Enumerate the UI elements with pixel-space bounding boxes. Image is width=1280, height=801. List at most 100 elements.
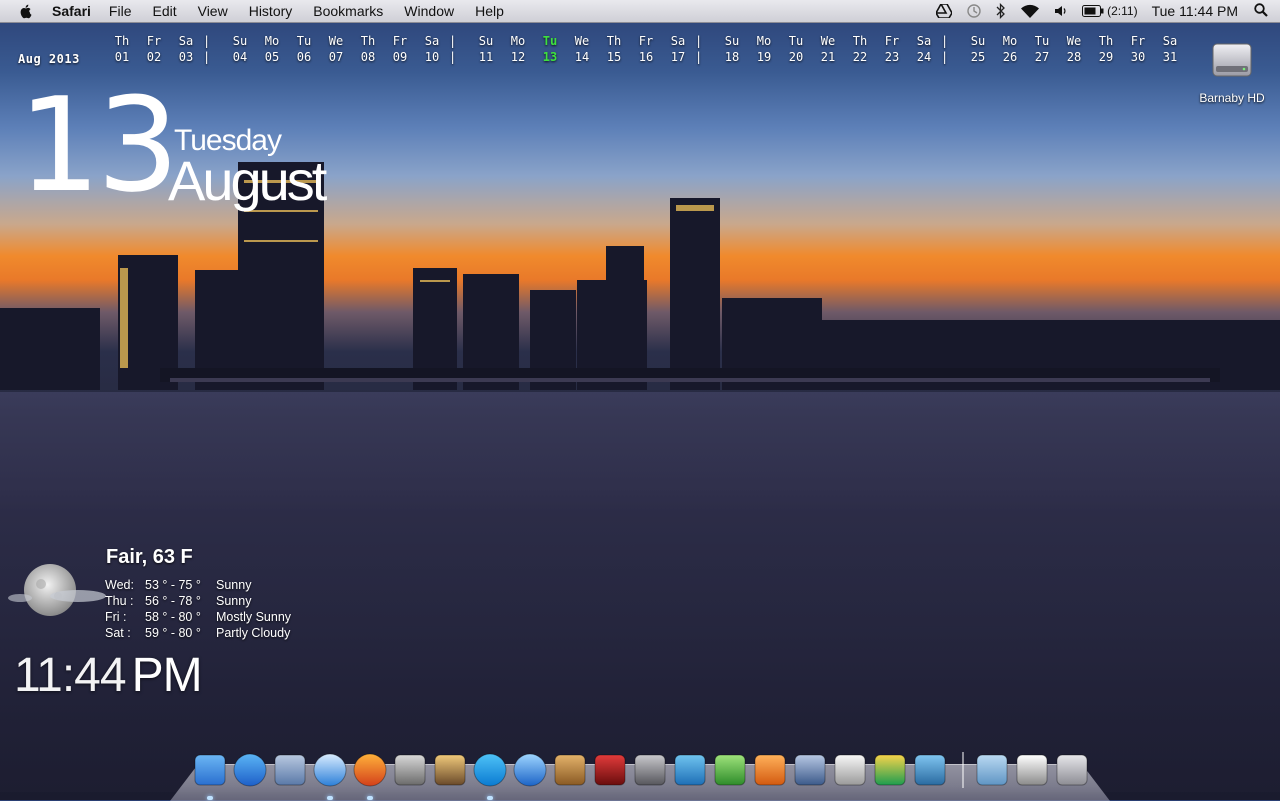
menu-window[interactable]: Window (404, 3, 454, 19)
menu-help[interactable]: Help (475, 3, 504, 19)
calendar-day[interactable]: Tu 20 (781, 34, 811, 66)
menu-file[interactable]: File (109, 3, 132, 19)
forecast-range: 59 ° - 80 ° (145, 626, 201, 640)
preview-icon[interactable] (392, 752, 428, 788)
calendar-day[interactable]: Fr 09 (385, 34, 415, 66)
hard-drive-icon[interactable] (1210, 38, 1254, 82)
calendar-day-name: Fr (638, 34, 654, 48)
calendar-day[interactable]: Sa 03 (171, 34, 201, 66)
google-drive-icon[interactable] (872, 752, 908, 788)
calendar-day[interactable]: Su 25 (963, 34, 993, 66)
menu-app-name[interactable]: Safari (52, 3, 91, 19)
calendar-day[interactable]: Tu 27 (1027, 34, 1057, 66)
safari-icon[interactable] (312, 752, 348, 800)
calendar-day[interactable]: Th 22 (845, 34, 875, 66)
google-drive-tray-icon[interactable] (936, 4, 953, 18)
menu-history[interactable]: History (249, 3, 293, 19)
finder-icon-graphic (194, 754, 226, 786)
calendar-day-name: Tu (1034, 34, 1050, 48)
calendar-day[interactable]: Fr 02 (139, 34, 169, 66)
skype-icon[interactable] (472, 752, 508, 800)
calendar-day-name: Su (232, 34, 248, 48)
calendar-day[interactable]: Mo 05 (257, 34, 287, 66)
desktop-hard-drive[interactable]: Barnaby HD (1192, 38, 1272, 105)
iphoto-icon[interactable] (432, 752, 468, 788)
calendar-day[interactable]: Th 29 (1091, 34, 1121, 66)
photo-booth-icon[interactable] (592, 752, 628, 788)
calendar-day[interactable]: Su 04 (225, 34, 255, 66)
calendar-day-name: Sa (670, 34, 686, 48)
finder-icon[interactable] (192, 752, 228, 800)
word-icon[interactable] (672, 752, 708, 788)
calendar-day-name: Th (114, 34, 130, 48)
calendar-day[interactable]: We 28 (1059, 34, 1089, 66)
forecast-range: 58 ° - 80 ° (145, 610, 201, 624)
remote-icon-graphic (914, 754, 946, 786)
document-stack-icon[interactable] (1014, 752, 1050, 788)
volume-icon[interactable] (1054, 4, 1068, 18)
calendar-day-today[interactable]: Tu 13 (535, 34, 565, 66)
calendar-day[interactable]: Th 01 (107, 34, 137, 66)
mail-icon-graphic (274, 754, 306, 786)
calendar-day-number: 14 (574, 50, 590, 64)
excel-icon[interactable] (712, 752, 748, 788)
photo-viewer-icon[interactable] (792, 752, 828, 788)
forecast-condition: Partly Cloudy (216, 626, 291, 640)
firefox-icon[interactable] (352, 752, 388, 800)
wifi-icon[interactable] (1020, 4, 1040, 19)
calendar-day[interactable]: Mo 19 (749, 34, 779, 66)
calendar-day[interactable]: We 21 (813, 34, 843, 66)
remote-icon[interactable] (912, 752, 948, 788)
calendar-day[interactable]: Sa 24 (909, 34, 939, 66)
menu-edit[interactable]: Edit (152, 3, 176, 19)
calendar-day[interactable]: Fr 30 (1123, 34, 1153, 66)
itunes-icon[interactable] (512, 752, 548, 788)
calendar-week-separator: | | (695, 34, 702, 66)
calendar-day[interactable]: We 14 (567, 34, 597, 66)
calendar-week-separator: | | (941, 34, 948, 66)
menubar-clock[interactable]: Tue 11:44 PM (1152, 3, 1238, 19)
calendar-day[interactable]: Mo 12 (503, 34, 533, 66)
spotlight-search-icon[interactable] (1254, 2, 1268, 20)
calendar-day[interactable]: Tu 06 (289, 34, 319, 66)
battery-icon[interactable]: (2:11) (1082, 4, 1138, 18)
forecast-day: Fri : (105, 610, 127, 624)
calendar-day-name: We (820, 34, 836, 48)
address-book-icon[interactable] (552, 752, 588, 788)
trash-icon[interactable] (1054, 752, 1090, 788)
clock-ampm: PM (131, 649, 203, 702)
mail-icon[interactable] (272, 752, 308, 788)
dock (192, 746, 1094, 800)
calendar-day-name: Mo (756, 34, 772, 48)
time-machine-icon[interactable] (966, 3, 982, 19)
app-store-icon[interactable] (232, 752, 268, 788)
current-conditions: Fair, 63 F (106, 546, 193, 568)
calendar-day[interactable]: Th 08 (353, 34, 383, 66)
calendar-day[interactable]: Th 15 (599, 34, 629, 66)
desktop-clock-widget: 11:44 PM (14, 648, 203, 703)
calendar-day-name: Sa (178, 34, 194, 48)
calendar-day-name: Su (478, 34, 494, 48)
system-preferences-icon[interactable] (632, 752, 668, 788)
calendar-day[interactable]: Sa 17 (663, 34, 693, 66)
calendar-day[interactable]: Sa 10 (417, 34, 447, 66)
calendar-day[interactable]: Mo 26 (995, 34, 1025, 66)
calendar-day-name: Th (1098, 34, 1114, 48)
calendar-day[interactable]: Sa 31 (1155, 34, 1185, 66)
calendar-day-name: We (574, 34, 590, 48)
calendar-day[interactable]: We 07 (321, 34, 351, 66)
textedit-icon[interactable] (832, 752, 868, 788)
menu-bookmarks[interactable]: Bookmarks (313, 3, 383, 19)
calendar-day-number: 08 (360, 50, 376, 64)
calendar-day[interactable]: Su 11 (471, 34, 501, 66)
bluetooth-icon[interactable] (996, 3, 1006, 19)
powerpoint-icon[interactable] (752, 752, 788, 788)
apple-menu-icon[interactable] (18, 3, 34, 19)
calendar-day-number: 06 (296, 50, 312, 64)
calendar-day[interactable]: Fr 16 (631, 34, 661, 66)
menu-view[interactable]: View (198, 3, 228, 19)
downloads-folder-icon[interactable] (974, 752, 1010, 788)
calendar-day[interactable]: Su 18 (717, 34, 747, 66)
calendar-day-number: 22 (852, 50, 868, 64)
calendar-day[interactable]: Fr 23 (877, 34, 907, 66)
